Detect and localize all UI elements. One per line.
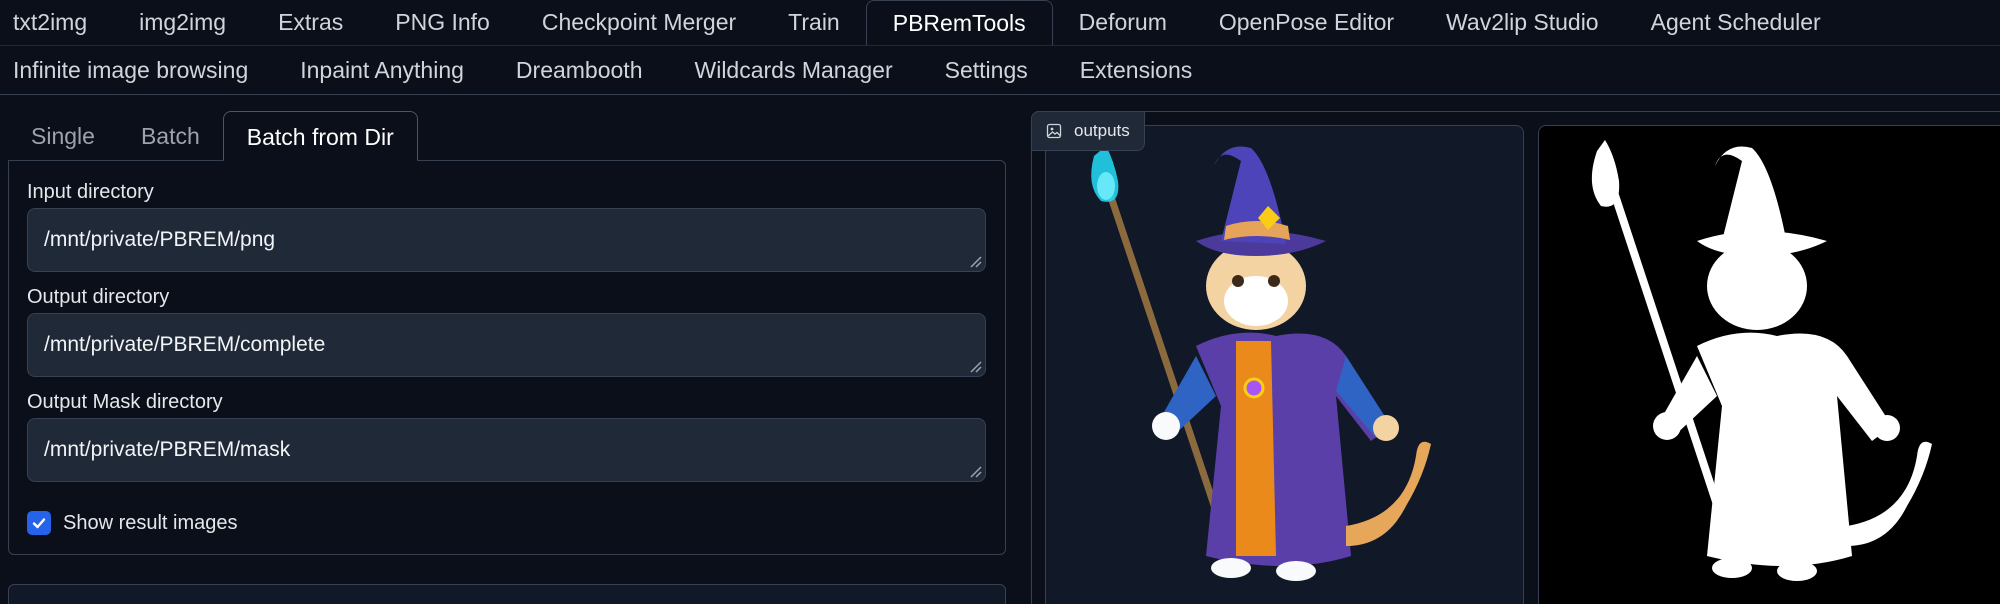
tab-deforum[interactable]: Deforum: [1053, 0, 1193, 46]
tab-img2img[interactable]: img2img: [113, 0, 252, 46]
image-icon: [1046, 123, 1062, 139]
outputs-label-text: outputs: [1074, 121, 1130, 140]
pbrem-sub-tabs: Single Batch Batch from Dir: [8, 111, 418, 161]
checkmark-icon: [32, 518, 46, 529]
output-directory-label: Output directory: [27, 286, 170, 308]
tab-checkpoint-merger[interactable]: Checkpoint Merger: [516, 0, 762, 46]
output-directory-input[interactable]: [28, 314, 985, 376]
resize-handle-icon[interactable]: [966, 357, 982, 373]
top-tabs-row-1: txt2img img2img Extras PNG Info Checkpoi…: [0, 0, 1847, 46]
tab-dreambooth[interactable]: Dreambooth: [490, 48, 669, 94]
output-mask-directory-field[interactable]: [27, 418, 986, 482]
tab-txt2img[interactable]: txt2img: [0, 0, 113, 46]
tab-train[interactable]: Train: [762, 0, 866, 46]
tab-png-info[interactable]: PNG Info: [369, 0, 516, 46]
output-mask-directory-label: Output Mask directory: [27, 391, 223, 413]
tab-agent-scheduler[interactable]: Agent Scheduler: [1625, 0, 1847, 46]
tab-batch-from-dir[interactable]: Batch from Dir: [222, 111, 418, 161]
gallery-thumbnail-result[interactable]: [1045, 125, 1524, 604]
tab-batch[interactable]: Batch: [118, 111, 223, 161]
input-directory-field[interactable]: [27, 208, 986, 272]
outputs-gallery-label: outputs: [1031, 111, 1145, 151]
output-directory-field[interactable]: [27, 313, 986, 377]
output-mask-directory-input[interactable]: [28, 419, 985, 481]
gallery-thumbnail-mask[interactable]: [1538, 125, 2000, 604]
input-directory-input[interactable]: [28, 209, 985, 271]
tab-extras[interactable]: Extras: [252, 0, 369, 46]
show-result-images-label: Show result images: [63, 511, 238, 534]
tab-single[interactable]: Single: [8, 111, 118, 161]
lower-section-panel: [8, 584, 1006, 604]
tab-wildcards-manager[interactable]: Wildcards Manager: [669, 48, 919, 94]
tab-openpose-editor[interactable]: OpenPose Editor: [1193, 0, 1420, 46]
top-tabs-row-2: Infinite image browsing Inpaint Anything…: [0, 46, 1218, 94]
wizard-cat-image: [1091, 146, 1431, 581]
show-result-images-checkbox[interactable]: [27, 511, 51, 535]
tab-extensions[interactable]: Extensions: [1054, 48, 1219, 94]
show-result-images-option[interactable]: Show result images: [27, 511, 238, 535]
tab-infinite-image-browsing[interactable]: Infinite image browsing: [0, 48, 274, 94]
tab-settings[interactable]: Settings: [919, 48, 1054, 94]
resize-handle-icon[interactable]: [966, 252, 982, 268]
tab-pbremtools[interactable]: PBRemTools: [865, 0, 1053, 46]
input-directory-label: Input directory: [27, 181, 154, 203]
tab-wav2lip-studio[interactable]: Wav2lip Studio: [1420, 0, 1625, 46]
tab-inpaint-anything[interactable]: Inpaint Anything: [274, 48, 490, 94]
tab-bar-divider: [0, 94, 2000, 95]
batch-from-dir-panel: Input directory Output directory Output …: [8, 160, 1006, 555]
resize-handle-icon[interactable]: [966, 462, 982, 478]
mask-silhouette-image: [1591, 140, 1932, 581]
